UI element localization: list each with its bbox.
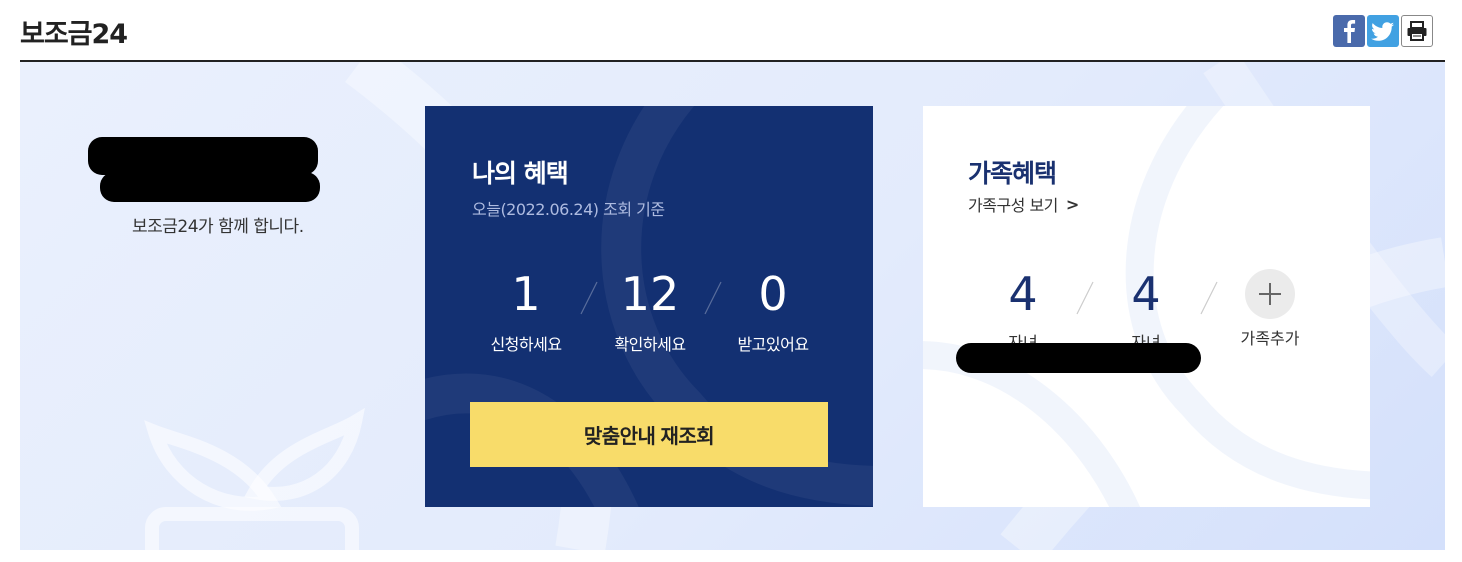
plus-icon	[1259, 283, 1281, 305]
chevron-right-icon: >	[1065, 194, 1079, 214]
facebook-icon	[1344, 20, 1356, 43]
stat-receiving-count: 0	[758, 267, 788, 321]
family-member[interactable]: 4 자녀	[973, 271, 1073, 353]
redacted-username	[88, 137, 318, 175]
stat-apply[interactable]: 1 신청하세요	[466, 271, 586, 355]
divider-slash	[1200, 281, 1218, 315]
recheck-button[interactable]: 맞춤안내 재조회	[470, 402, 828, 467]
family-member[interactable]: 4 자녀	[1096, 271, 1196, 353]
family-composition-link[interactable]: 가족구성 보기 >	[968, 192, 1079, 216]
print-button[interactable]	[1401, 15, 1433, 47]
add-family-label: 가족추가	[1240, 329, 1300, 348]
page-header: 보조금24	[20, 0, 1445, 62]
stat-receiving-label: 받고있어요	[737, 335, 809, 354]
twitter-share-button[interactable]	[1367, 15, 1399, 47]
welcome-text: 보조금24가 함께 합니다.	[132, 217, 304, 237]
benefits-banner: 보조금24가 함께 합니다. 나의 혜택 오늘(2022.06.24) 조회 기…	[20, 62, 1445, 550]
share-toolbar	[1333, 15, 1433, 47]
my-benefits-title: 나의 혜택	[472, 159, 569, 188]
stat-apply-label: 신청하세요	[490, 335, 562, 354]
twitter-icon	[1371, 22, 1394, 41]
family-member-count: 4	[1131, 267, 1161, 321]
divider-slash	[1076, 281, 1094, 315]
my-benefits-card: 나의 혜택 오늘(2022.06.24) 조회 기준 1 신청하세요 12 확인…	[425, 106, 873, 507]
family-benefits-card: 가족혜택 가족구성 보기 > 4 자녀 4 자녀 가족추가	[923, 106, 1370, 507]
add-family-button[interactable]: 가족추가	[1220, 269, 1320, 349]
query-date-text: 오늘(2022.06.24) 조회 기준	[472, 200, 665, 219]
facebook-share-button[interactable]	[1333, 15, 1365, 47]
page-title: 보조금24	[20, 19, 128, 50]
stat-check-label: 확인하세요	[614, 335, 686, 354]
family-member-count: 4	[1008, 267, 1038, 321]
print-icon	[1407, 21, 1427, 41]
redacted-member-names	[956, 343, 1201, 373]
family-link-label: 가족구성 보기	[968, 196, 1058, 215]
redacted-username-2	[100, 172, 320, 202]
family-benefits-title: 가족혜택	[968, 159, 1057, 188]
stat-check-count: 12	[620, 267, 680, 321]
stat-check[interactable]: 12 확인하세요	[590, 271, 710, 355]
stat-receiving[interactable]: 0 받고있어요	[713, 271, 833, 355]
add-circle	[1245, 269, 1295, 319]
stat-apply-count: 1	[511, 267, 541, 321]
